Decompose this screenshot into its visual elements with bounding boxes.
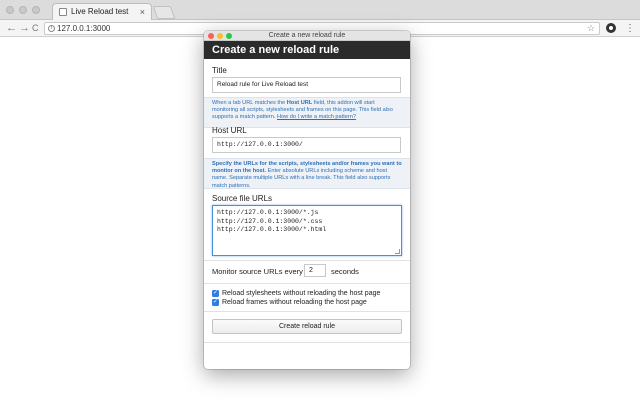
source-url-line: http://127.0.0.1:3000/*.js xyxy=(217,209,319,216)
source-urls-label: Source file URLs xyxy=(212,194,273,203)
host-url-label: Host URL xyxy=(212,126,247,135)
title-input[interactable]: Reload rule for Live Reload test xyxy=(212,77,401,93)
stylesheets-checkbox-label: Reload stylesheets without reloading the… xyxy=(222,290,381,297)
popup-window-title: Create a new reload rule xyxy=(268,32,346,39)
source-url-line: http://127.0.0.1:3000/*.html xyxy=(217,226,327,233)
divider xyxy=(204,283,410,284)
source-urls-textarea[interactable]: http://127.0.0.1:3000/*.js http://127.0.… xyxy=(212,205,402,256)
page-favicon-icon xyxy=(59,8,67,16)
popup-maximize-button[interactable] xyxy=(226,33,232,39)
source-hint: Specify the URLs for the scripts, styles… xyxy=(212,161,402,189)
frames-checkbox[interactable]: ✓ xyxy=(212,299,219,306)
create-reload-rule-button[interactable]: Create reload rule xyxy=(212,319,402,334)
monitor-interval-unit: seconds xyxy=(331,267,359,276)
stylesheets-checkbox[interactable]: ✓ xyxy=(212,290,219,297)
popup-minimize-button[interactable] xyxy=(217,33,223,39)
new-tab-button[interactable] xyxy=(152,6,176,19)
back-icon[interactable]: ← xyxy=(6,20,17,37)
source-url-line: http://127.0.0.1:3000/*.css xyxy=(217,217,323,225)
divider xyxy=(204,311,410,312)
window-close-button[interactable] xyxy=(6,6,14,14)
divider xyxy=(204,342,410,343)
extension-icon[interactable] xyxy=(606,23,616,33)
tab-close-icon[interactable]: × xyxy=(140,4,145,20)
host-hint: When a tab URL matches the Host URL fiel… xyxy=(212,100,393,121)
browser-tab[interactable]: Live Reload test × xyxy=(52,3,152,20)
host-url-input[interactable]: http://127.0.0.1:3000/ xyxy=(212,137,401,153)
title-label: Title xyxy=(212,66,227,75)
window-minimize-button[interactable] xyxy=(19,6,27,14)
tab-title: Live Reload test xyxy=(71,7,129,16)
match-pattern-help-link[interactable]: How do I write a match pattern? xyxy=(277,114,356,120)
window-maximize-button[interactable] xyxy=(32,6,40,14)
star-icon[interactable]: ☆ xyxy=(587,23,595,34)
popup-header: Create a new reload rule xyxy=(204,41,410,59)
address-url: 127.0.0.1:3000 xyxy=(57,24,111,33)
frames-checkbox-label: Reload frames without reloading the host… xyxy=(222,299,367,306)
resize-grip-icon[interactable] xyxy=(395,249,400,254)
info-icon[interactable]: i xyxy=(48,25,55,32)
forward-icon[interactable]: → xyxy=(19,20,30,37)
popup-titlebar: Create a new reload rule xyxy=(204,31,410,41)
browser-tab-strip: Live Reload test × xyxy=(0,0,640,20)
monitor-interval-label: Monitor source URLs every xyxy=(212,267,303,276)
monitor-interval-input[interactable]: 2 xyxy=(304,264,326,277)
reload-rule-popup: Create a new reload rule Create a new re… xyxy=(204,31,410,369)
popup-close-button[interactable] xyxy=(208,33,214,39)
menu-icon[interactable]: ⋮ xyxy=(625,20,635,37)
divider xyxy=(204,260,410,261)
reload-icon[interactable]: C xyxy=(32,20,39,37)
